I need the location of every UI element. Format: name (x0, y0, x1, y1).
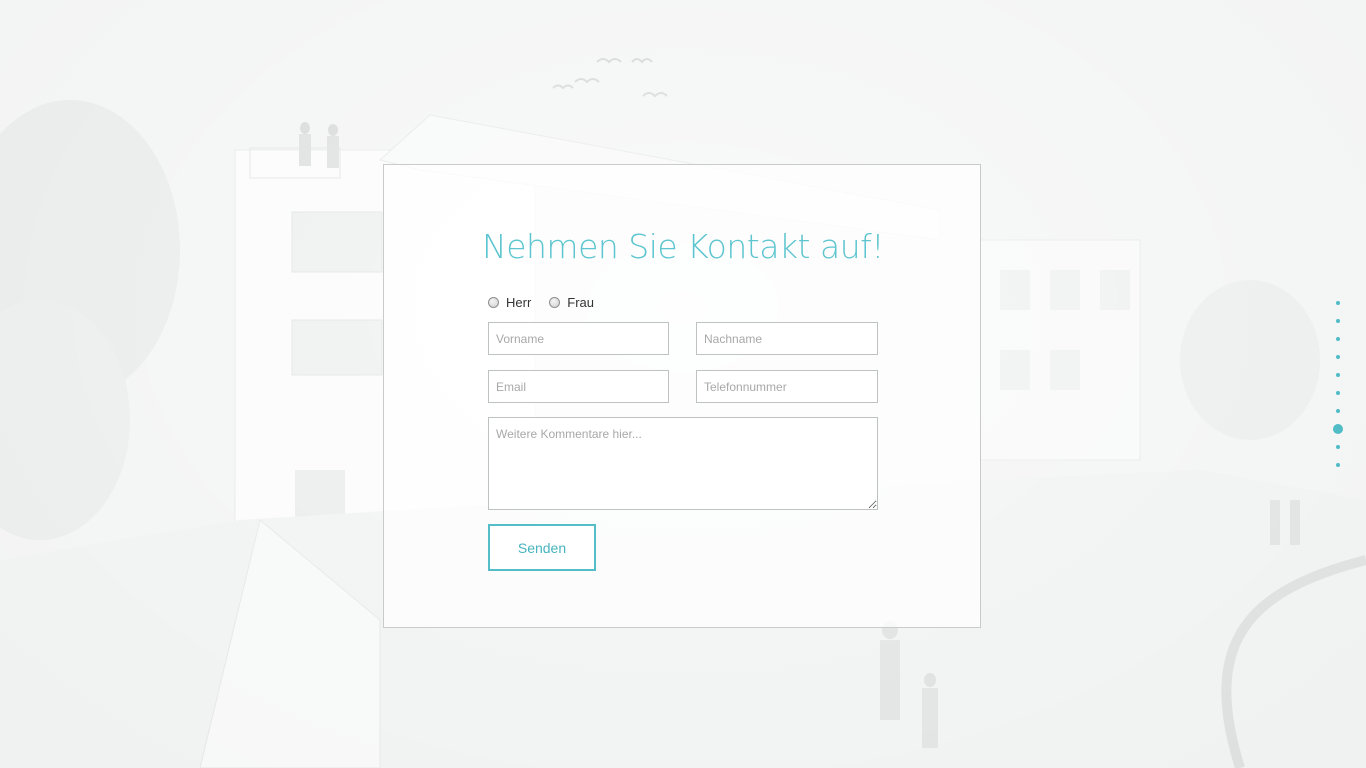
salutation-label-herr: Herr (506, 295, 532, 310)
section-nav-dot-8-active[interactable] (1333, 424, 1343, 434)
section-nav-dot-4[interactable] (1336, 355, 1340, 359)
salutation-option-frau[interactable]: Frau (549, 295, 594, 310)
section-nav-dot-9[interactable] (1336, 445, 1340, 449)
salutation-label-frau: Frau (567, 295, 595, 310)
email-input[interactable] (488, 370, 669, 403)
radio-button-herr[interactable] (488, 297, 499, 308)
section-nav-dot-10[interactable] (1336, 463, 1340, 467)
section-nav-dot-3[interactable] (1336, 337, 1340, 341)
submit-button[interactable]: Senden (488, 524, 596, 571)
comments-textarea[interactable] (488, 417, 878, 510)
salutation-group: Herr Frau (488, 295, 612, 310)
form-title: Nehmen Sie Kontakt auf! (482, 227, 884, 266)
last-name-input[interactable] (696, 322, 878, 355)
section-nav-dot-5[interactable] (1336, 373, 1340, 377)
first-name-input[interactable] (488, 322, 669, 355)
radio-button-frau[interactable] (549, 297, 561, 308)
section-nav-dot-2[interactable] (1336, 319, 1340, 323)
phone-input[interactable] (696, 370, 878, 403)
contact-form: Nehmen Sie Kontakt auf! Herr Frau Senden (383, 164, 981, 628)
section-nav-dot-6[interactable] (1336, 391, 1340, 395)
salutation-option-herr[interactable]: Herr (488, 295, 531, 310)
section-nav-dot-1[interactable] (1336, 301, 1340, 305)
page: Nehmen Sie Kontakt auf! Herr Frau Senden (0, 0, 1366, 768)
section-nav-dot-7[interactable] (1336, 409, 1340, 413)
